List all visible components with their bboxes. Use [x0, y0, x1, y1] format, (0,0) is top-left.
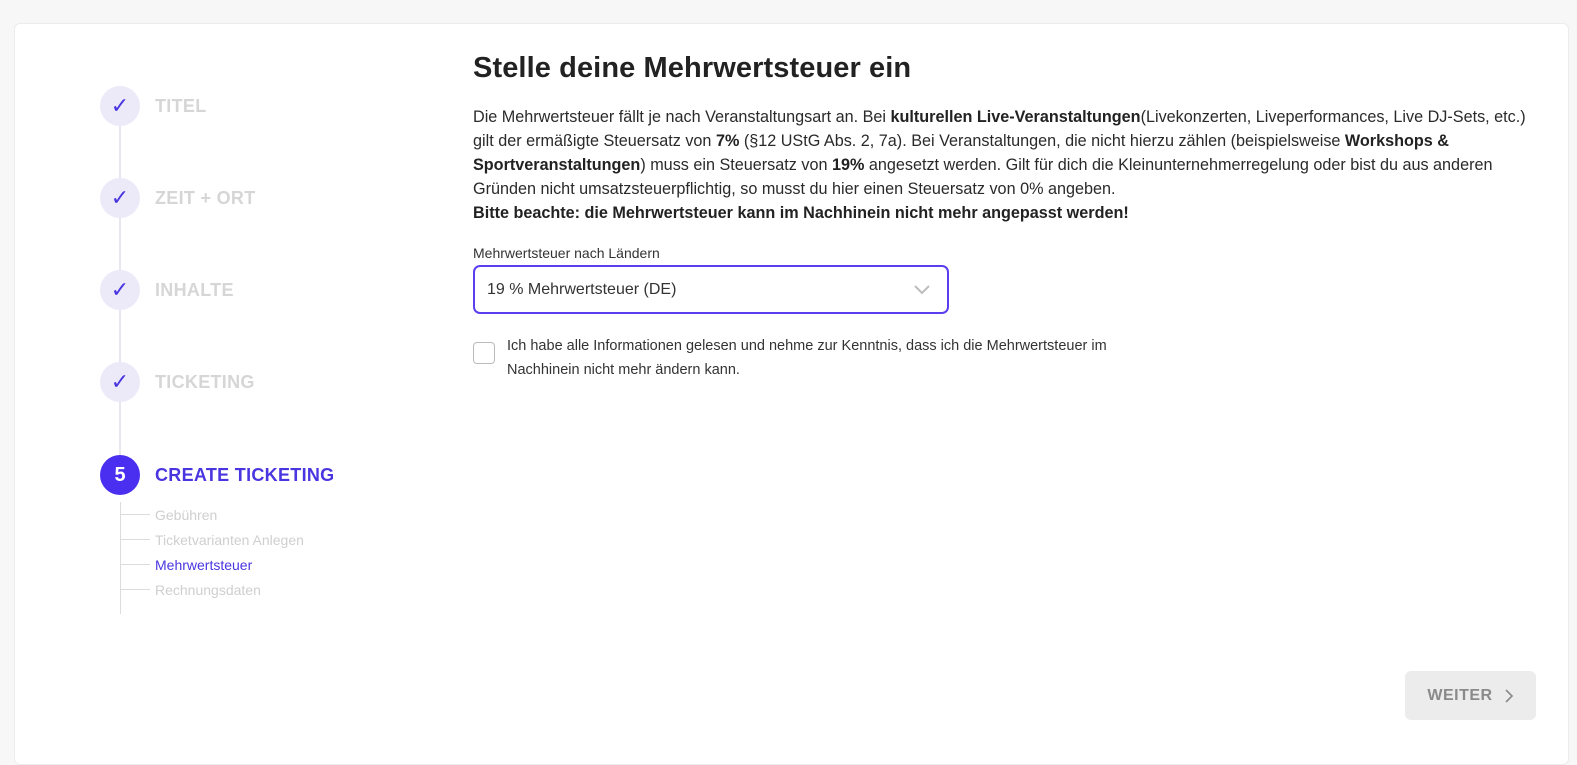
chevron-right-icon [1505, 688, 1514, 703]
main-content: Stelle deine Mehrwertsteuer ein Die Mehr… [473, 52, 1533, 382]
vat-select[interactable]: 19 % Mehrwertsteuer (DE) [473, 265, 949, 314]
vat-select-value: 19 % Mehrwertsteuer (DE) [487, 280, 677, 298]
substep-rechnungsdaten[interactable]: Rechnungsdaten [120, 577, 304, 602]
step-titel[interactable]: ✓ TITEL [100, 86, 207, 126]
substep-list: Gebühren Ticketvarianten Anlegen Mehrwer… [120, 502, 304, 602]
substep-label: Rechnungsdaten [155, 581, 261, 598]
vat-description: Die Mehrwertsteuer fällt je nach Veranst… [473, 105, 1533, 225]
substep-tick [120, 589, 150, 590]
substep-label: Ticketvarianten Anlegen [155, 531, 304, 548]
desc-text: ) muss ein Steuersatz von [640, 156, 832, 174]
consent-checkbox[interactable] [473, 342, 495, 364]
vat-field-label: Mehrwertsteuer nach Ländern [473, 245, 660, 261]
step-label: ZEIT + ORT [155, 187, 256, 208]
weiter-label: WEITER [1427, 686, 1493, 704]
step-zeit-ort[interactable]: ✓ ZEIT + ORT [100, 178, 256, 218]
desc-text: Die Mehrwertsteuer fällt je nach Veranst… [473, 108, 891, 126]
substep-tick [120, 514, 150, 515]
stepper: ✓ TITEL ✓ ZEIT + ORT ✓ INHALTE ✓ TICKETI… [15, 24, 435, 724]
consent-row: Ich habe alle Informationen gelesen und … [473, 334, 1533, 382]
substep-label: Mehrwertsteuer [155, 556, 253, 573]
check-icon: ✓ [100, 270, 140, 310]
substep-tick [120, 564, 150, 565]
step-label: TITEL [155, 95, 207, 116]
page-title: Stelle deine Mehrwertsteuer ein [473, 52, 912, 84]
step-inhalte[interactable]: ✓ INHALTE [100, 270, 234, 310]
wizard-card: ✓ TITEL ✓ ZEIT + ORT ✓ INHALTE ✓ TICKETI… [14, 23, 1569, 765]
check-icon: ✓ [100, 362, 140, 402]
substep-label: Gebühren [155, 506, 218, 523]
chevron-down-icon [911, 279, 933, 301]
step-label: TICKETING [155, 371, 255, 392]
substep-tick [120, 539, 150, 540]
substep-gebuehren[interactable]: Gebühren [120, 502, 304, 527]
substep-ticketvarianten[interactable]: Ticketvarianten Anlegen [120, 527, 304, 552]
desc-warning: Bitte beachte: die Mehrwertsteuer kann i… [473, 204, 1129, 222]
step-ticketing[interactable]: ✓ TICKETING [100, 362, 255, 402]
check-icon: ✓ [100, 86, 140, 126]
consent-text: Ich habe alle Informationen gelesen und … [507, 338, 1107, 378]
desc-bold: 7% [715, 132, 740, 150]
step-label: CREATE TICKETING [155, 464, 335, 485]
check-icon: ✓ [100, 178, 140, 218]
step-number: 5 [100, 455, 140, 495]
step-label: INHALTE [155, 279, 234, 300]
weiter-button[interactable]: WEITER [1405, 671, 1536, 720]
desc-bold: 19% [831, 156, 865, 174]
desc-bold: kulturellen Live-Veranstaltungen [890, 108, 1141, 126]
step-create-ticketing[interactable]: 5 CREATE TICKETING [100, 455, 334, 495]
substep-mehrwertsteuer[interactable]: Mehrwertsteuer [120, 552, 304, 577]
desc-text: (§12 UStG Abs. 2, 7a). Bei Veranstaltung… [739, 132, 1345, 150]
